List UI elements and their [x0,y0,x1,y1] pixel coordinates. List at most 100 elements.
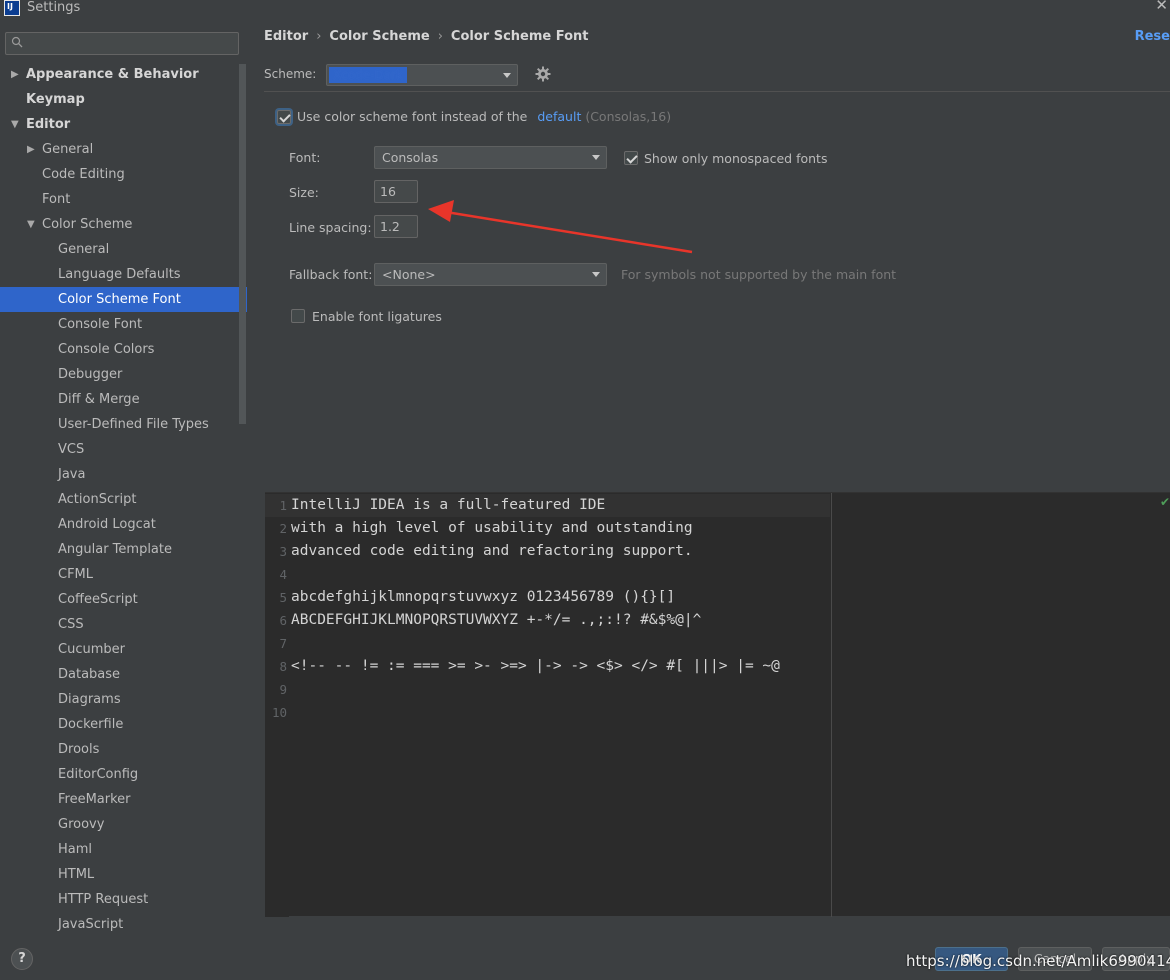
sidebar-item-haml[interactable]: Haml [0,837,247,862]
sidebar-item-groovy[interactable]: Groovy [0,812,247,837]
sidebar-item-label: ActionScript [58,492,137,507]
sidebar-item-keymap[interactable]: Keymap [0,87,247,112]
sidebar-item-editor[interactable]: ▼ Editor [0,112,247,137]
line-number: 6 [279,613,287,628]
sidebar-item-label: Font [42,192,71,207]
chevron-down-icon [592,155,600,160]
sidebar-item-javascript[interactable]: JavaScript [0,912,247,937]
code-text: advanced code editing and refactoring su… [291,543,693,559]
sidebar-item-console-colors[interactable]: Console Colors [0,337,247,362]
sidebar-item-label: Java [58,467,86,482]
chevron-down-icon[interactable]: ▼ [27,212,37,237]
sidebar-item-label: Dockerfile [58,717,124,732]
code-line: 6 ABCDEFGHIJKLMNOPQRSTUVWXYZ +-*/= .,;:!?… [265,609,830,632]
sidebar-item-freemarker[interactable]: FreeMarker [0,787,247,812]
code-line: 9 [265,678,830,701]
sidebar-scrollbar[interactable] [239,64,246,424]
sidebar-item-user-defined-file-types[interactable]: User-Defined File Types [0,412,247,437]
breadcrumb-item-color-scheme-font: Color Scheme Font [450,29,589,44]
sidebar-item-debugger[interactable]: Debugger [0,362,247,387]
font-ligatures-checkbox[interactable] [291,309,305,323]
size-value: 16 [380,184,396,199]
line-spacing-input[interactable]: 1.2 [374,215,418,238]
sidebar-item-general[interactable]: General [0,237,247,262]
sidebar-item-html[interactable]: HTML [0,862,247,887]
code-line: 3 advanced code editing and refactoring s… [265,540,830,563]
code-text: <!-- -- != := === >= >- >=> |-> -> <$> <… [291,658,780,674]
sidebar-item-editorconfig[interactable]: EditorConfig [0,762,247,787]
sidebar-item-general[interactable]: ▶ General [0,137,247,162]
annotation-arrow-icon [428,200,693,254]
sidebar-item-dockerfile[interactable]: Dockerfile [0,712,247,737]
sidebar-item-label: CSS [58,617,84,632]
monospaced-only-checkbox[interactable] [624,151,638,165]
default-font-link[interactable]: default [537,109,581,124]
font-preview-editor[interactable]: 1 IntelliJ IDEA is a full-featured IDE 2 wi… [265,492,1170,917]
sidebar-item-code-editing[interactable]: Code Editing [0,162,247,187]
chevron-right-icon[interactable]: ▶ [27,137,37,162]
close-icon[interactable]: ✕ [1155,0,1168,14]
code-text: ABCDEFGHIJKLMNOPQRSTUVWXYZ +-*/= .,;:!? … [291,612,702,628]
font-label: Font: [289,150,321,165]
settings-sidebar: ▶ Appearance & Behavior Keymap ▼ Editor ▶ Gene… [0,24,247,936]
default-font-detail: (Consolas,16) [585,109,672,124]
sidebar-item-appearance-behavior[interactable]: ▶ Appearance & Behavior [0,62,247,87]
sidebar-item-android-logcat[interactable]: Android Logcat [0,512,247,537]
fallback-font-label: Fallback font: [289,267,373,282]
line-number: 1 [279,498,287,513]
code-line: 10 [265,701,830,724]
right-margin-guide [831,493,832,917]
sidebar-item-angular-template[interactable]: Angular Template [0,537,247,562]
search-icon [11,36,23,48]
chevron-down-icon [503,73,511,78]
sidebar-item-vcs[interactable]: VCS [0,437,247,462]
code-line: 4 [265,563,830,586]
sidebar-item-console-font[interactable]: Console Font [0,312,247,337]
line-spacing-value: 1.2 [380,219,400,234]
sidebar-item-label: Groovy [58,817,105,832]
sidebar-item-coffeescript[interactable]: CoffeeScript [0,587,247,612]
sidebar-item-drools[interactable]: Drools [0,737,247,762]
use-scheme-font-checkbox[interactable] [277,110,291,124]
scheme-select[interactable]: Xcode-Dark [326,64,518,86]
sidebar-item-css[interactable]: CSS [0,612,247,637]
search-input[interactable] [5,32,239,55]
breadcrumb-item-color-scheme: Color Scheme [329,29,430,44]
font-select[interactable]: Consolas [374,146,607,169]
sidebar-item-java[interactable]: Java [0,462,247,487]
sidebar-item-font[interactable]: Font [0,187,247,212]
help-button[interactable]: ? [11,948,33,970]
line-number: 7 [279,636,287,651]
size-input[interactable]: 16 [374,180,418,203]
checkmark-icon: ✔ [1159,495,1170,509]
sidebar-item-label: Language Defaults [58,267,181,282]
sidebar-item-database[interactable]: Database [0,662,247,687]
sidebar-item-label: Angular Template [58,542,172,557]
gear-icon[interactable] [534,65,552,83]
sidebar-item-http-request[interactable]: HTTP Request [0,887,247,912]
sidebar-item-color-scheme[interactable]: ▼ Color Scheme [0,212,247,237]
sidebar-item-label: User-Defined File Types [58,417,209,432]
sidebar-item-label: Diff & Merge [58,392,140,407]
sidebar-item-cfml[interactable]: CFML [0,562,247,587]
sidebar-item-diagrams[interactable]: Diagrams [0,687,247,712]
code-text: abcdefghijklmnopqrstuvwxyz 0123456789 ()… [291,589,676,605]
sidebar-item-label: CoffeeScript [58,592,138,607]
sidebar-item-label: Editor [26,117,71,132]
reset-link[interactable]: Rese [1135,29,1170,44]
sidebar-item-diff-merge[interactable]: Diff & Merge [0,387,247,412]
chevron-down-icon[interactable]: ▼ [11,112,21,137]
sidebar-item-label: VCS [58,442,85,457]
sidebar-item-cucumber[interactable]: Cucumber [0,637,247,662]
sidebar-item-actionscript[interactable]: ActionScript [0,487,247,512]
title-bar: Settings ✕ [0,0,1170,20]
breadcrumb-separator-icon: › [316,29,322,44]
chevron-down-icon [592,272,600,277]
sidebar-item-language-defaults[interactable]: Language Defaults [0,262,247,287]
sidebar-item-label: HTTP Request [58,892,149,907]
code-line: 2 with a high level of usability and outs… [265,517,830,540]
sidebar-item-color-scheme-font[interactable]: Color Scheme Font [0,287,247,312]
chevron-right-icon[interactable]: ▶ [11,62,21,87]
sidebar-item-label: FreeMarker [58,792,131,807]
fallback-font-select[interactable]: <None> [374,263,607,286]
